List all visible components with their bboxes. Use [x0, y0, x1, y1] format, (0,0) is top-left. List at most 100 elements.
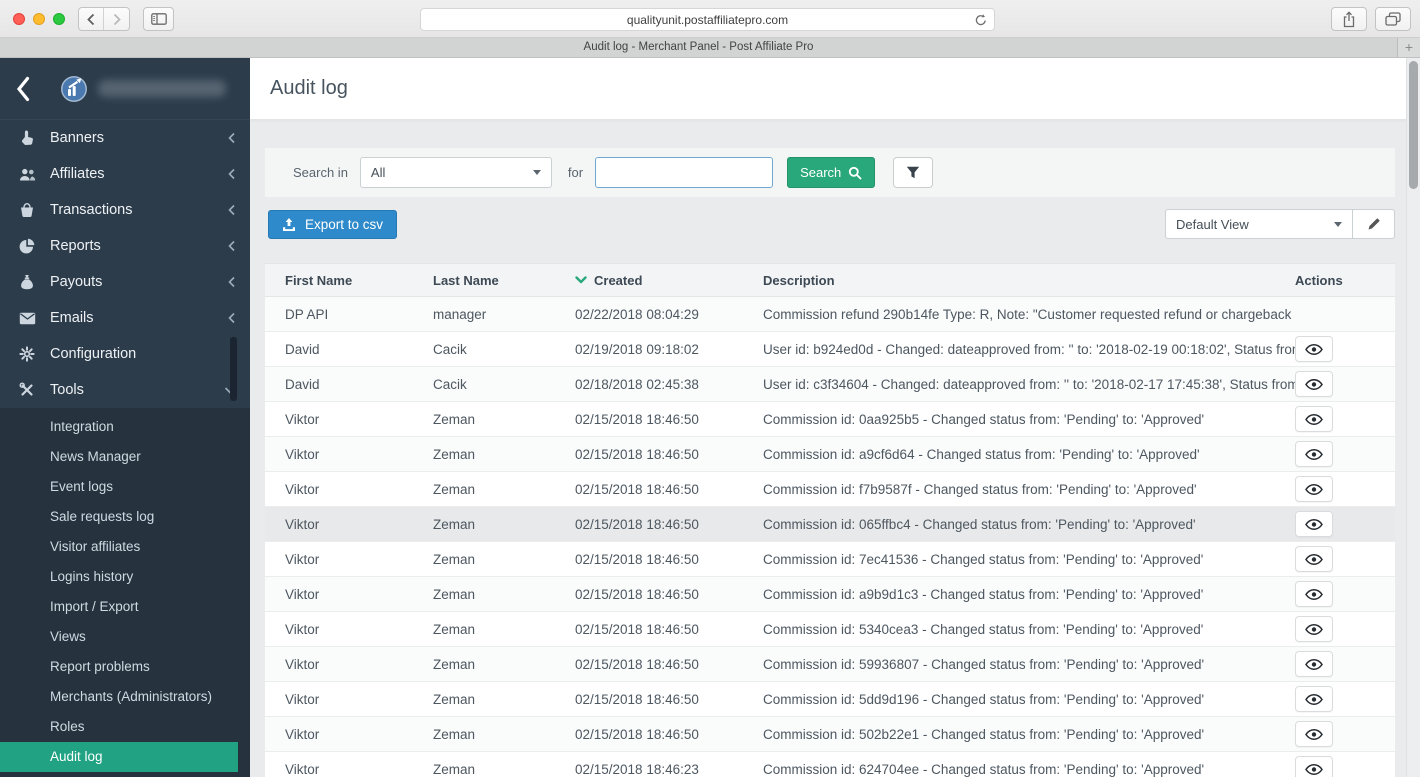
sidebar-item-tools[interactable]: Tools [0, 372, 250, 408]
table-row[interactable]: Viktor Zeman 02/15/2018 18:46:50 Commiss… [265, 577, 1395, 612]
view-detail-button[interactable] [1295, 686, 1333, 712]
tab-overview-button[interactable] [1375, 7, 1411, 31]
active-tab[interactable]: Audit log - Merchant Panel - Post Affili… [0, 38, 1397, 57]
sidebar-item-affiliates[interactable]: Affiliates [0, 156, 250, 192]
hand-pointer-icon [18, 130, 36, 146]
eye-icon [1305, 448, 1323, 460]
sidebar-item-banners[interactable]: Banners [0, 120, 250, 156]
cell-created: 02/15/2018 18:46:50 [575, 411, 699, 427]
view-select[interactable]: Default View [1165, 209, 1353, 239]
table-row[interactable]: Viktor Zeman 02/15/2018 18:46:50 Commiss… [265, 612, 1395, 647]
view-detail-button[interactable] [1295, 616, 1333, 642]
close-window-button[interactable] [13, 13, 25, 25]
table-row[interactable]: Viktor Zeman 02/15/2018 18:46:50 Commiss… [265, 507, 1395, 542]
sidebar-toggle-button[interactable] [143, 7, 174, 31]
for-label: for [567, 165, 584, 180]
back-button[interactable] [79, 8, 105, 30]
new-tab-button[interactable]: + [1397, 38, 1420, 57]
share-button[interactable] [1331, 7, 1367, 31]
view-selected-value: Default View [1176, 216, 1249, 232]
column-header-first-name[interactable]: First Name [285, 273, 433, 288]
submenu-item[interactable]: Merchants (Administrators) [0, 682, 238, 712]
search-in-select[interactable]: All [359, 157, 552, 188]
submenu-item[interactable]: News Manager [0, 442, 238, 472]
sidebar-item-payouts[interactable]: Payouts [0, 264, 250, 300]
cell-description: Commission id: 5dd9d196 - Changed status… [763, 691, 1205, 707]
column-header-last-name[interactable]: Last Name [433, 273, 575, 288]
edit-view-button[interactable] [1353, 209, 1395, 239]
column-header-created[interactable]: Created [575, 273, 763, 288]
zoom-window-button[interactable] [53, 13, 65, 25]
table-row[interactable]: Viktor Zeman 02/15/2018 18:46:50 Commiss… [265, 542, 1395, 577]
sidebar: Banners Affiliates Transactions Reports … [0, 58, 250, 777]
submenu-item[interactable]: Roles [0, 712, 238, 742]
sidebar-item-reports[interactable]: Reports [0, 228, 250, 264]
view-detail-button[interactable] [1295, 406, 1333, 432]
page-scrollbar-track[interactable] [1406, 58, 1420, 777]
sidebar-item-configuration[interactable]: Configuration [0, 336, 250, 372]
view-selector-group: Default View [1165, 209, 1395, 239]
export-csv-button[interactable]: Export to csv [268, 209, 398, 239]
forward-button[interactable] [104, 8, 129, 30]
table-row[interactable]: Viktor Zeman 02/15/2018 18:46:50 Commiss… [265, 402, 1395, 437]
minimize-window-button[interactable] [33, 13, 45, 25]
app-logo-icon [61, 75, 87, 102]
submenu-item[interactable]: Sale requests log [0, 502, 238, 532]
cell-last-name: Zeman [433, 411, 476, 427]
view-detail-button[interactable] [1295, 336, 1333, 362]
table-row[interactable]: Viktor Zeman 02/15/2018 18:46:50 Commiss… [265, 437, 1395, 472]
cell-created: 02/15/2018 18:46:50 [575, 726, 699, 742]
cell-created: 02/15/2018 18:46:50 [575, 481, 699, 497]
column-header-actions[interactable]: Actions [1295, 273, 1375, 288]
submenu-item[interactable]: Import / Export [0, 592, 238, 622]
column-header-description[interactable]: Description [763, 273, 1295, 288]
view-detail-button[interactable] [1295, 371, 1333, 397]
sidebar-item-emails[interactable]: Emails [0, 300, 250, 336]
table-row[interactable]: David Cacik 02/18/2018 02:45:38 User id:… [265, 367, 1395, 402]
url-field[interactable]: qualityunit.postaffiliatepro.com [420, 8, 995, 31]
table-row[interactable]: Viktor Zeman 02/15/2018 18:46:50 Commiss… [265, 647, 1395, 682]
cell-first-name: Viktor [285, 656, 320, 672]
chevron-left-icon [224, 132, 236, 144]
table-row[interactable]: Viktor Zeman 02/15/2018 18:46:50 Commiss… [265, 682, 1395, 717]
users-icon [18, 167, 36, 182]
page-scrollbar-thumb[interactable] [1409, 61, 1418, 189]
eye-icon [1305, 413, 1323, 425]
view-detail-button[interactable] [1295, 581, 1333, 607]
search-button[interactable]: Search [787, 157, 876, 188]
view-detail-button[interactable] [1295, 721, 1333, 747]
submenu-item[interactable]: Logins history [0, 562, 238, 592]
view-detail-button[interactable] [1295, 651, 1333, 677]
sidebar-scrollbar-thumb[interactable] [230, 337, 237, 401]
submenu-item[interactable]: Integration [0, 412, 238, 442]
actions-row: Export to csv Default View [265, 209, 1395, 239]
sidebar-icon [150, 13, 167, 25]
cell-actions [1295, 511, 1375, 537]
table-row[interactable]: Viktor Zeman 02/15/2018 18:46:50 Commiss… [265, 472, 1395, 507]
table-row[interactable]: DP API manager 02/22/2018 08:04:29 Commi… [265, 297, 1395, 332]
view-detail-button[interactable] [1295, 476, 1333, 502]
submenu-item[interactable]: Visitor affiliates [0, 532, 238, 562]
collapse-sidebar-button[interactable] [0, 76, 46, 102]
eye-icon [1305, 553, 1323, 565]
submenu-item[interactable]: Event logs [0, 472, 238, 502]
cell-last-name: Zeman [433, 656, 476, 672]
submenu-item[interactable]: Report problems [0, 652, 238, 682]
sidebar-menu: Banners Affiliates Transactions Reports … [0, 120, 250, 408]
table-row[interactable]: David Cacik 02/19/2018 09:18:02 User id:… [265, 332, 1395, 367]
reload-button[interactable] [974, 13, 988, 30]
table-row[interactable]: Viktor Zeman 02/15/2018 18:46:50 Commiss… [265, 717, 1395, 752]
submenu-item[interactable]: Audit log [0, 742, 238, 772]
sidebar-item-label: Tools [50, 382, 84, 398]
reload-icon [975, 14, 986, 26]
table-row[interactable]: Viktor Zeman 02/15/2018 18:46:23 Commiss… [265, 752, 1395, 777]
filter-button[interactable] [893, 157, 934, 188]
search-input[interactable] [595, 157, 774, 188]
search-panel: Search in All for Search [265, 148, 1395, 197]
sidebar-item-transactions[interactable]: Transactions [0, 192, 250, 228]
submenu-item[interactable]: Views [0, 622, 238, 652]
view-detail-button[interactable] [1295, 546, 1333, 572]
view-detail-button[interactable] [1295, 756, 1333, 777]
view-detail-button[interactable] [1295, 441, 1333, 467]
view-detail-button[interactable] [1295, 511, 1333, 537]
